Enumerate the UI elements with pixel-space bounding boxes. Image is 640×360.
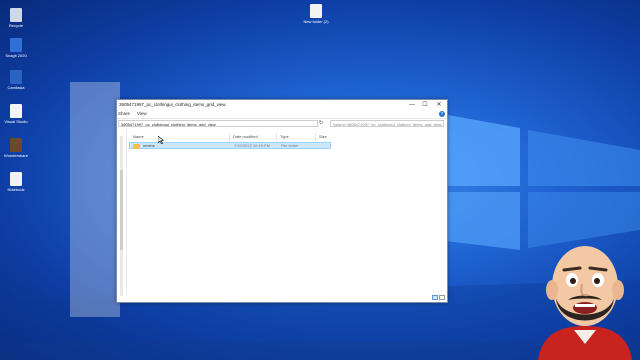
nav-scrollbar-thumb[interactable] [120,170,123,250]
title-bar[interactable]: 3605471997_pc_clothingui_clothing_items_… [117,100,447,110]
window-title: 3605471997_pc_clothingui_clothing_items_… [119,102,226,107]
recycle-bin-icon [10,8,22,22]
presenter-avatar [538,246,632,360]
snagit-icon [10,38,22,52]
refresh-icon[interactable]: ↻ [317,120,325,127]
mouse-cursor [158,136,164,144]
file-explorer-window[interactable]: 3605471997_pc_clothingui_clothing_items_… [116,99,448,303]
file-name: meshs [143,143,155,148]
status-bar [117,294,447,302]
document-icon [10,172,22,186]
navigation-pane[interactable] [117,130,127,296]
folder-icon [133,144,140,149]
app-icon [10,138,22,152]
desktop-icon-camtasia[interactable]: Camtasia [0,70,32,90]
column-name[interactable]: Name [133,133,144,141]
camtasia-icon [10,70,22,84]
help-icon[interactable]: ? [439,111,445,117]
details-view-button[interactable] [432,295,438,300]
column-divider[interactable] [276,133,277,141]
file-date: 7/22/2022 10:15 PM [234,143,271,148]
file-type: File folder [281,143,299,148]
document-icon [310,4,322,18]
desktop: Recycle Snagit 2020 Camtasia Visual Stud… [0,0,640,360]
desktop-icon-recycle[interactable]: Recycle [0,8,32,28]
tab-share[interactable]: Share [118,111,130,116]
column-date-modified[interactable]: Date modified [233,133,258,141]
ghost-window [70,82,120,317]
desktop-icon-new-folder[interactable]: New folder (2) [300,4,332,24]
ribbon-tabs: Share View ? [117,110,447,119]
column-divider[interactable] [315,133,316,141]
column-type[interactable]: Type [280,133,289,141]
column-size[interactable]: Size [319,133,327,141]
desktop-icon-notebook[interactable]: Notebook [0,172,32,192]
file-icon [10,104,22,118]
large-icons-view-button[interactable] [439,295,445,300]
maximize-button[interactable]: ☐ [420,101,430,109]
minimize-button[interactable]: — [407,101,417,109]
address-row: 3605471997_pc_clothingui_clothing_items_… [117,119,447,129]
desktop-icon-visual-studio[interactable]: Visual Studio [0,104,32,124]
search-input[interactable]: Search 3605471997_pc_clothingui_clothing… [330,120,444,127]
column-divider[interactable] [229,133,230,141]
close-button[interactable]: ✕ [434,101,444,109]
desktop-icon-wondershare[interactable]: Wondershare [0,138,32,158]
tab-view[interactable]: View [137,111,147,116]
desktop-icon-snagit[interactable]: Snagit 2020 [0,38,32,58]
address-bar[interactable]: 3605471997_pc_clothingui_clothing_items_… [118,120,318,127]
